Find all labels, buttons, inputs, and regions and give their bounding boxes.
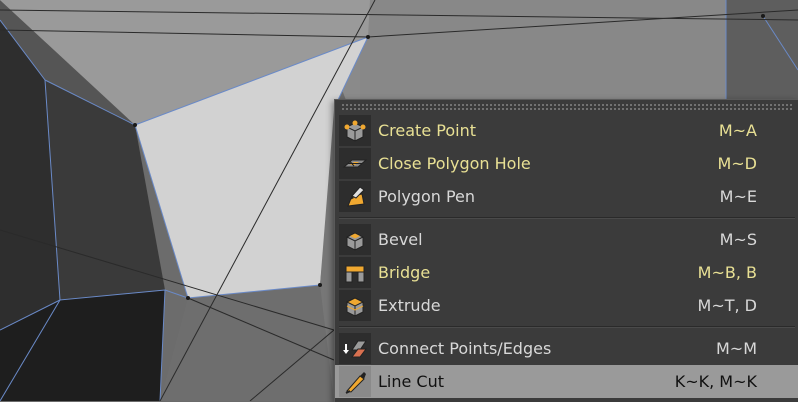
menu-item-label: Polygon Pen — [378, 187, 476, 206]
menu-item-polygon-pen[interactable]: Polygon Pen M~E — [335, 180, 798, 213]
create-point-icon — [339, 115, 371, 146]
menu-item-label: Create Point — [378, 121, 476, 140]
menu-drag-grip[interactable] — [341, 103, 793, 112]
mesh-context-menu: Create Point M~A Close Polygon Hole M~D Poly… — [334, 99, 798, 402]
menu-item-connect-points-edges[interactable]: Connect Points/Edges M~M — [335, 332, 798, 365]
menu-item-extrude[interactable]: Extrude M~T, D — [335, 289, 798, 322]
menu-group: Connect Points/Edges M~M Line Cut K~K, M~K — [335, 330, 798, 400]
menu-item-close-polygon-hole[interactable]: Close Polygon Hole M~D — [335, 147, 798, 180]
line-cut-icon — [339, 366, 371, 397]
menu-item-shortcut: M~S — [719, 230, 757, 249]
menu-item-label: Bevel — [378, 230, 423, 249]
menu-item-line-cut[interactable]: Line Cut K~K, M~K — [335, 365, 798, 398]
menu-item-shortcut: M~M — [715, 339, 757, 358]
menu-separator — [339, 326, 795, 328]
bevel-icon — [339, 224, 371, 255]
menu-item-shortcut: M~B, B — [697, 263, 757, 282]
bridge-icon — [339, 257, 371, 288]
close-polygon-hole-icon — [339, 148, 371, 179]
menu-item-label: Line Cut — [378, 372, 445, 391]
menu-item-shortcut: M~T, D — [697, 296, 757, 315]
menu-item-shortcut: M~E — [719, 187, 757, 206]
menu-body: Create Point M~A Close Polygon Hole M~D Poly… — [335, 112, 798, 400]
menu-item-shortcut: K~K, M~K — [674, 372, 757, 391]
menu-separator — [339, 217, 795, 219]
menu-item-label: Extrude — [378, 296, 441, 315]
connect-points-edges-icon — [339, 333, 371, 364]
extrude-icon — [339, 290, 371, 321]
menu-item-label: Bridge — [378, 263, 431, 282]
polygon-pen-icon — [339, 181, 371, 212]
menu-item-label: Close Polygon Hole — [378, 154, 531, 173]
menu-item-bridge[interactable]: Bridge M~B, B — [335, 256, 798, 289]
menu-item-create-point[interactable]: Create Point M~A — [335, 114, 798, 147]
menu-item-bevel[interactable]: Bevel M~S — [335, 223, 798, 256]
menu-item-shortcut: M~D — [717, 154, 757, 173]
menu-group: Bevel M~S Bridge M~B, B Extrude M~T, D — [335, 221, 798, 324]
menu-item-label: Connect Points/Edges — [378, 339, 552, 358]
menu-group: Create Point M~A Close Polygon Hole M~D Poly… — [335, 112, 798, 215]
menu-item-shortcut: M~A — [718, 121, 757, 140]
